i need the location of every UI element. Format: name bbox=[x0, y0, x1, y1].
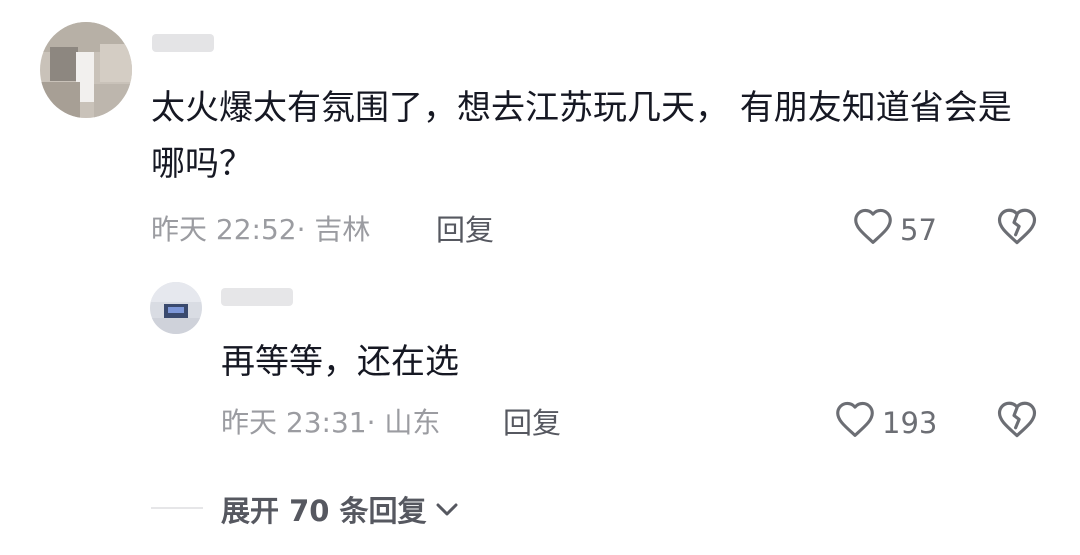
reply-reply-button[interactable]: 回复 bbox=[503, 400, 561, 442]
expand-replies-button[interactable]: 展开 70 条回复 bbox=[221, 488, 461, 530]
broken-heart-icon bbox=[996, 401, 1038, 443]
chevron-down-icon bbox=[433, 499, 461, 519]
comment-text: 太火爆太有氛围了，想去江苏玩几天， 有朋友知道省会是哪吗？ bbox=[151, 88, 1012, 184]
reply-dislike-button[interactable] bbox=[996, 399, 1038, 443]
replier-avatar[interactable] bbox=[150, 282, 202, 334]
replier-name-blurred[interactable] bbox=[221, 288, 293, 306]
commenter-avatar[interactable] bbox=[40, 22, 132, 118]
reply-like-count: 193 bbox=[882, 405, 938, 440]
comment-like-count: 57 bbox=[900, 212, 937, 247]
expand-replies-label: 展开 70 条回复 bbox=[221, 494, 427, 528]
comment-meta: 昨天 22:52· 吉林 bbox=[151, 213, 371, 246]
comment-dislike-button[interactable] bbox=[996, 206, 1038, 250]
heart-outline-icon bbox=[834, 400, 876, 445]
reply-meta: 昨天 23:31· 山东 bbox=[221, 406, 441, 439]
reply-text: 再等等，还在选 bbox=[221, 342, 459, 382]
comment-like-button[interactable]: 57 bbox=[852, 207, 937, 252]
expand-divider bbox=[151, 507, 203, 509]
heart-outline-icon bbox=[852, 207, 894, 252]
reply-like-button[interactable]: 193 bbox=[834, 400, 937, 445]
commenter-name-blurred[interactable] bbox=[152, 34, 214, 52]
comment-reply-button[interactable]: 回复 bbox=[436, 207, 494, 249]
broken-heart-icon bbox=[996, 208, 1038, 250]
